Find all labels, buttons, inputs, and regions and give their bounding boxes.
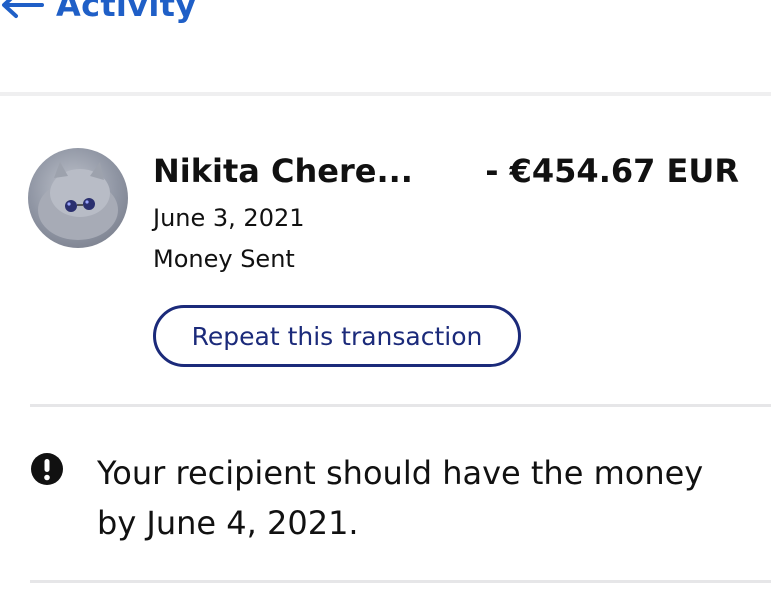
section-divider bbox=[30, 404, 771, 407]
avatar bbox=[28, 148, 128, 248]
arrow-left-icon bbox=[2, 0, 44, 18]
bottom-divider bbox=[30, 580, 771, 583]
recipient-name: Nikita Chere... bbox=[153, 152, 413, 190]
back-label: Activity bbox=[56, 0, 197, 24]
header-divider bbox=[0, 92, 771, 96]
transaction-details-page: Activity Nikita Chere... - €454.67 EUR J… bbox=[0, 0, 771, 602]
back-button[interactable]: Activity bbox=[0, 0, 196, 24]
transaction-date: June 3, 2021 bbox=[153, 204, 305, 232]
transaction-type: Money Sent bbox=[153, 245, 295, 273]
exclamation-circle-icon bbox=[31, 453, 63, 485]
delivery-notice: Your recipient should have the money by … bbox=[97, 454, 704, 542]
repeat-transaction-button[interactable]: Repeat this transaction bbox=[153, 305, 521, 367]
transaction-amount: - €454.67 EUR bbox=[485, 152, 739, 190]
